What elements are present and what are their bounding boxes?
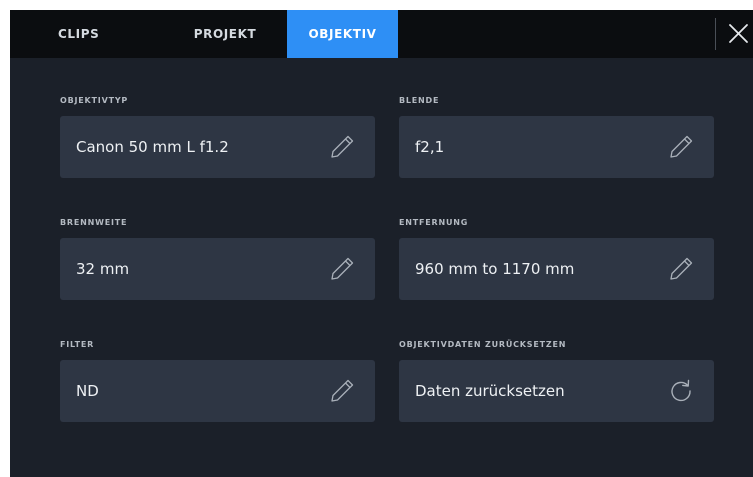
- pencil-icon: [668, 134, 694, 160]
- lens-type-label: OBJEKTIVTYP: [60, 96, 129, 105]
- filter-label: FILTER: [60, 340, 95, 349]
- pencil-icon: [329, 256, 355, 282]
- focal-length-label: BRENNWEITE: [60, 218, 128, 227]
- tab-clips[interactable]: CLIPS: [28, 10, 108, 58]
- lens-type-field[interactable]: Canon 50 mm L f1.2: [60, 116, 375, 178]
- reset-icon: [668, 378, 694, 404]
- focal-length-field[interactable]: 32 mm: [60, 238, 375, 300]
- iris-field[interactable]: f2,1: [399, 116, 714, 178]
- distance-label: ENTFERNUNG: [399, 218, 469, 227]
- lens-settings-screen: CLIPS PROJEKT OBJEKTIV OBJEKTIVTYP Canon…: [10, 10, 753, 477]
- focal-length-value: 32 mm: [76, 260, 130, 278]
- lens-type-value: Canon 50 mm L f1.2: [76, 138, 229, 156]
- close-button[interactable]: [722, 18, 752, 50]
- tab-projekt[interactable]: PROJEKT: [170, 10, 280, 58]
- iris-value: f2,1: [415, 138, 445, 156]
- reset-value: Daten zurücksetzen: [415, 382, 565, 400]
- distance-value: 960 mm to 1170 mm: [415, 260, 575, 278]
- distance-field[interactable]: 960 mm to 1170 mm: [399, 238, 714, 300]
- pencil-icon: [329, 134, 355, 160]
- tab-divider: [715, 18, 716, 50]
- tab-objektiv[interactable]: OBJEKTIV: [287, 10, 398, 58]
- reset-lens-data-button[interactable]: Daten zurücksetzen: [399, 360, 714, 422]
- pencil-icon: [668, 256, 694, 282]
- reset-label: OBJEKTIVDATEN ZURÜCKSETZEN: [399, 340, 567, 349]
- filter-value: ND: [76, 382, 99, 400]
- pencil-icon: [329, 378, 355, 404]
- filter-field[interactable]: ND: [60, 360, 375, 422]
- iris-label: BLENDE: [399, 96, 440, 105]
- tab-bar: CLIPS PROJEKT OBJEKTIV: [10, 10, 753, 58]
- close-icon: [729, 24, 748, 43]
